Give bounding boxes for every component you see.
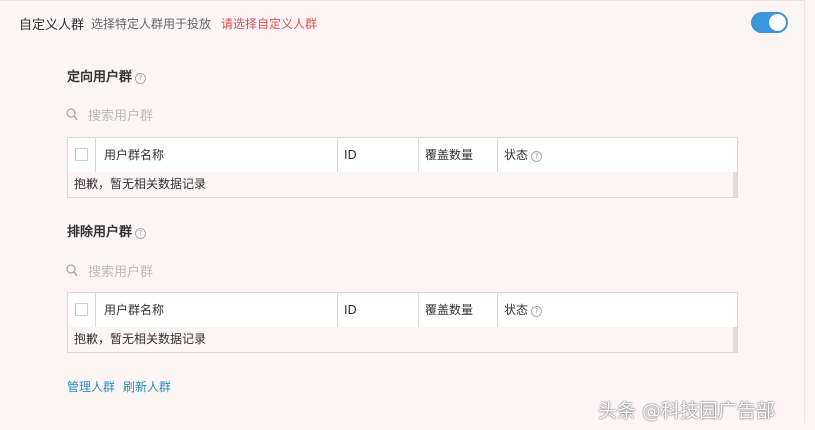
select-all-checkbox[interactable] — [75, 303, 88, 316]
column-name: 用户群名称 — [96, 293, 338, 327]
exclude-table: 用户群名称 ID 覆盖数量 状态? 抱歉，暂无相关数据记录 — [67, 292, 738, 353]
column-name: 用户群名称 — [96, 138, 338, 172]
select-all-checkbox[interactable] — [75, 148, 88, 161]
column-status-label: 状态 — [504, 148, 529, 162]
exclude-search-input[interactable] — [88, 262, 288, 282]
custom-audience-toggle[interactable] — [751, 12, 788, 33]
help-icon[interactable]: ? — [135, 228, 147, 239]
column-id: ID — [338, 293, 419, 327]
search-icon — [66, 264, 78, 277]
table-scrollbar[interactable] — [733, 327, 737, 352]
watermark: 头条 @科技园广告部 — [598, 400, 776, 422]
include-group-title: 定向用户群? — [67, 66, 147, 85]
column-status: 状态? — [498, 138, 736, 172]
empty-message: 抱歉，暂无相关数据记录 — [68, 172, 734, 197]
section-title: 自定义人群 — [19, 18, 85, 33]
section-description: 选择特定人群用于投放 — [91, 17, 212, 31]
help-icon[interactable]: ? — [135, 73, 147, 84]
validation-warning: 请选择自定义人群 — [221, 17, 318, 31]
exclude-search — [66, 262, 306, 282]
select-all-cell — [68, 293, 96, 327]
table-header: 用户群名称 ID 覆盖数量 状态? — [68, 138, 737, 173]
include-search — [66, 106, 306, 126]
panel-top-border — [0, 0, 804, 1]
column-id: ID — [338, 138, 419, 172]
column-coverage: 覆盖数量 — [419, 293, 498, 327]
column-coverage: 覆盖数量 — [419, 138, 498, 172]
include-table: 用户群名称 ID 覆盖数量 状态? 抱歉，暂无相关数据记录 — [67, 137, 738, 198]
custom-audience-panel: 自定义人群 选择特定人群用于投放 请选择自定义人群 定向用户群? 用户群名称 I… — [0, 0, 805, 425]
refresh-audience-link[interactable]: 刷新人群 — [123, 378, 171, 395]
help-icon[interactable]: ? — [531, 151, 543, 162]
search-icon — [66, 108, 78, 121]
empty-message: 抱歉，暂无相关数据记录 — [68, 327, 734, 352]
include-group-label: 定向用户群 — [67, 70, 133, 85]
column-status: 状态? — [498, 293, 736, 327]
select-all-cell — [68, 138, 96, 172]
toggle-knob — [769, 14, 786, 31]
exclude-group-title: 排除用户群? — [67, 221, 147, 240]
table-scrollbar[interactable] — [733, 172, 737, 197]
exclude-group-label: 排除用户群 — [67, 225, 133, 240]
table-header: 用户群名称 ID 覆盖数量 状态? — [68, 293, 737, 328]
help-icon[interactable]: ? — [531, 306, 543, 317]
include-search-input[interactable] — [88, 106, 288, 126]
manage-audience-link[interactable]: 管理人群 — [67, 378, 115, 395]
column-status-label: 状态 — [504, 303, 529, 317]
